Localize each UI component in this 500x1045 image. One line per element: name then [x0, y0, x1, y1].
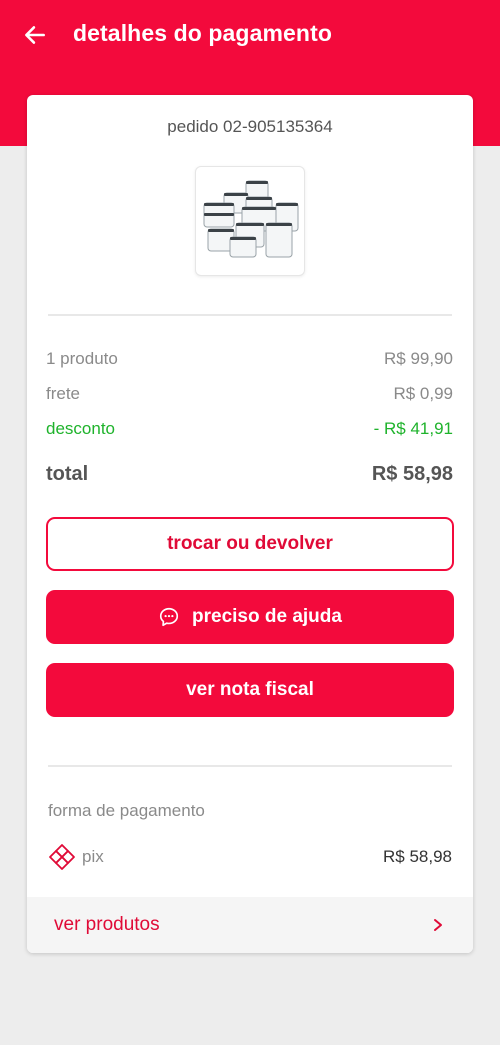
view-products-label: ver produtos	[54, 914, 160, 935]
page-title: detalhes do pagamento	[73, 20, 332, 46]
order-id: pedido 02-905135364	[167, 117, 333, 136]
payment-method: pix	[48, 843, 104, 871]
total-label: total	[46, 463, 89, 485]
products-label: 1 produto	[46, 349, 118, 368]
food-containers-image	[203, 180, 299, 258]
view-products-link[interactable]: ver produtos	[27, 897, 473, 953]
payment-details-card: pedido 02-905135364 1 produto R$ 99,90 f…	[27, 95, 473, 953]
divider-payment	[48, 765, 452, 767]
shipping-row: frete R$ 0,99	[46, 384, 453, 404]
payment-method-row: pix R$ 58,98	[48, 843, 452, 871]
total-row: total R$ 58,98	[46, 463, 453, 486]
shipping-value: R$ 0,99	[393, 384, 453, 403]
discount-row: desconto - R$ 41,91	[46, 419, 453, 439]
chat-bubble-icon	[159, 607, 179, 627]
arrow-left-icon[interactable]	[22, 22, 48, 48]
exchange-or-return-button[interactable]: trocar ou devolver	[46, 517, 454, 571]
divider-top	[48, 314, 452, 316]
view-invoice-button-label: ver nota fiscal	[186, 679, 314, 700]
payment-method-heading: forma de pagamento	[48, 801, 205, 820]
total-value: R$ 58,98	[371, 463, 453, 485]
app-bar: detalhes do pagamento	[0, 0, 500, 72]
discount-label: desconto	[46, 419, 115, 438]
products-row: 1 produto R$ 99,90	[46, 349, 453, 369]
discount-value: - R$ 41,91	[373, 419, 453, 438]
chevron-right-icon	[434, 919, 442, 931]
payment-amount: R$ 58,98	[383, 847, 452, 866]
need-help-button-label: preciso de ajuda	[192, 606, 342, 627]
product-thumbnail[interactable]	[195, 166, 305, 276]
pix-icon	[49, 844, 75, 870]
payment-method-label: pix	[82, 847, 104, 866]
products-value: R$ 99,90	[384, 349, 453, 368]
exchange-button-label: trocar ou devolver	[167, 533, 333, 554]
need-help-button[interactable]: preciso de ajuda	[46, 590, 454, 644]
view-invoice-button[interactable]: ver nota fiscal	[46, 663, 454, 717]
shipping-label: frete	[46, 384, 81, 403]
